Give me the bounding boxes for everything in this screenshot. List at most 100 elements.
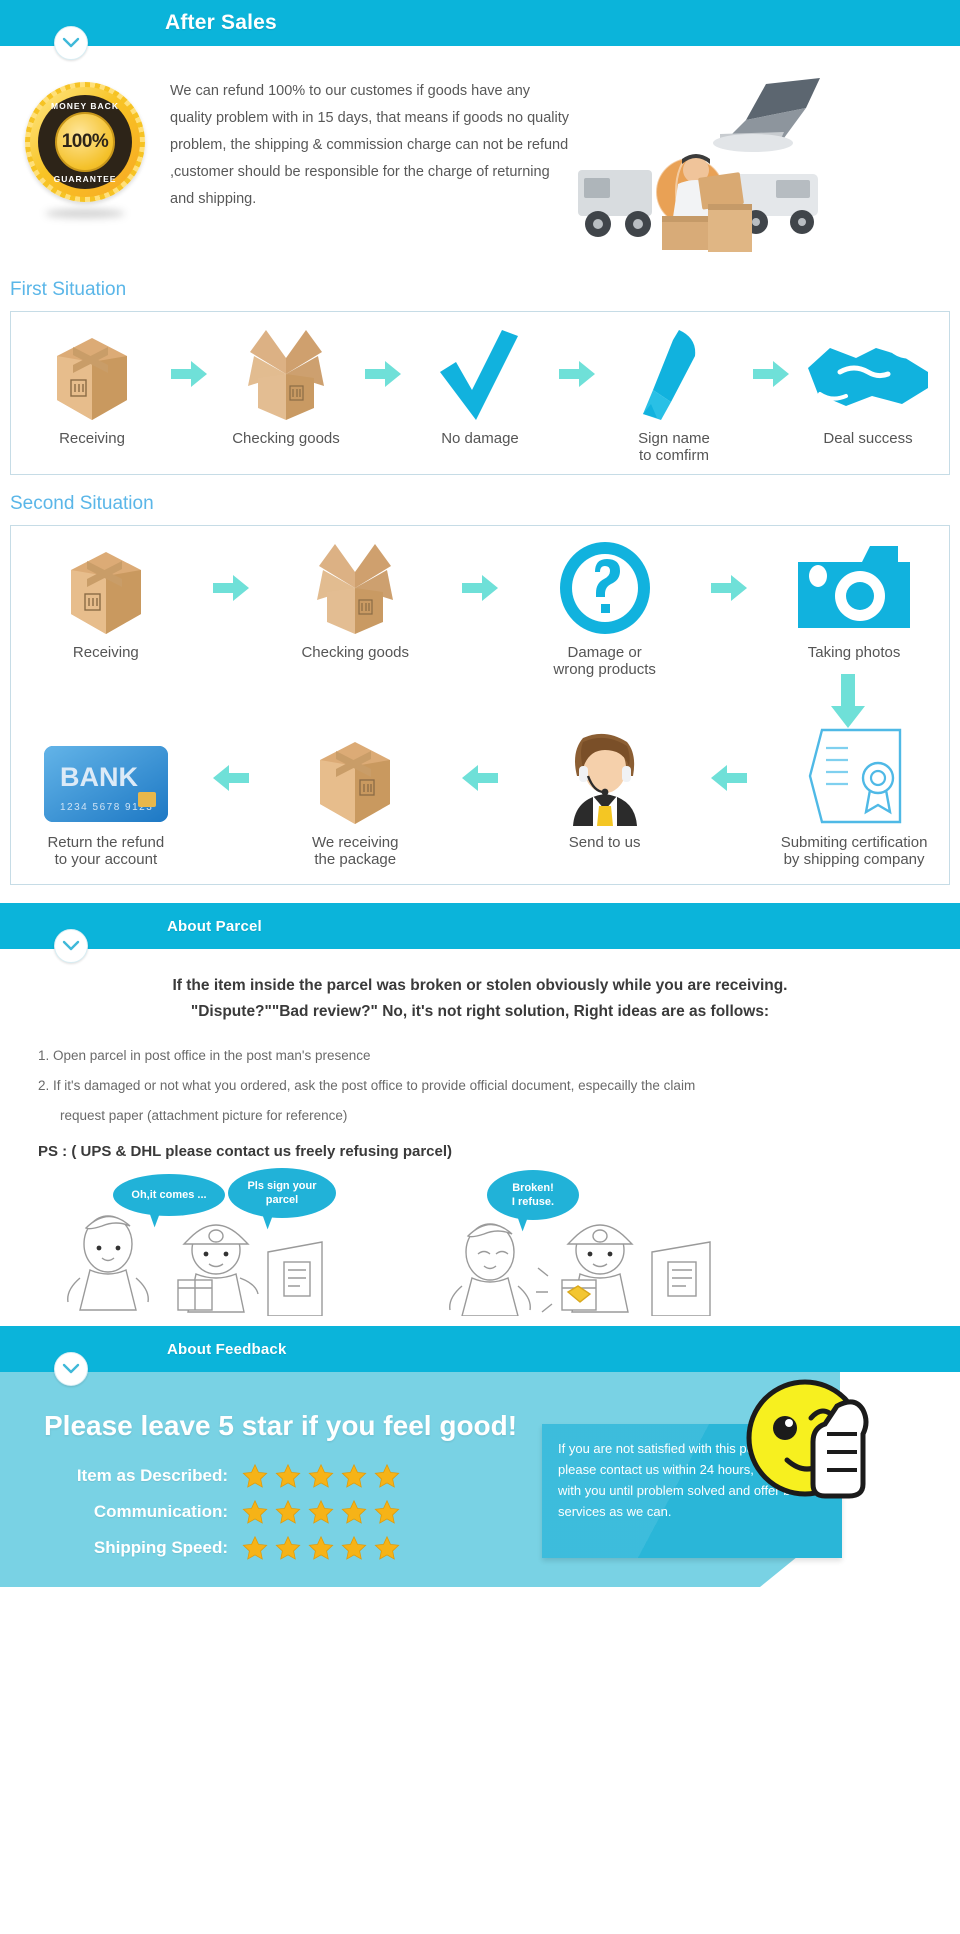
badge-percent-text: 100% bbox=[61, 131, 109, 152]
star-icon bbox=[341, 1499, 367, 1524]
arrow-left-icon bbox=[458, 730, 502, 826]
flow-step-label-line1: We receiving bbox=[312, 834, 399, 851]
bank-card-icon: BANK 1234 5678 9123 bbox=[42, 730, 170, 826]
flow-step-label-line2: to comfirm bbox=[638, 447, 709, 464]
about-feedback-title: About Feedback bbox=[167, 1340, 287, 1358]
door-figure bbox=[651, 1241, 711, 1316]
flow-step-label: Receiving bbox=[72, 644, 139, 661]
arrow-right-icon bbox=[209, 540, 253, 636]
about-parcel-headline-line2: "Dispute?""Bad review?" No, it's not rig… bbox=[190, 1003, 770, 1020]
flow-step: Submiting certification by shipping comp… bbox=[779, 728, 929, 868]
shipping-illustration bbox=[570, 74, 830, 264]
comic-line-art bbox=[67, 1215, 711, 1316]
star-icon bbox=[374, 1535, 400, 1560]
arrow-right-icon bbox=[707, 540, 751, 636]
chevron-down-icon[interactable] bbox=[54, 26, 88, 60]
arrow-left-icon bbox=[707, 730, 751, 826]
about-parcel-body: If the item inside the parcel was broken… bbox=[0, 949, 960, 1326]
postman-figure bbox=[177, 1224, 259, 1313]
flow-step: Receiving bbox=[31, 540, 181, 661]
closed-box-icon bbox=[65, 540, 147, 636]
arrow-right-icon bbox=[361, 326, 405, 422]
arrow-right-icon bbox=[555, 326, 599, 422]
star-icon bbox=[275, 1463, 301, 1488]
flow-step-label: Sign name to comfirm bbox=[638, 430, 710, 464]
about-parcel-headline: If the item inside the parcel was broken… bbox=[0, 973, 960, 1025]
second-situation-title: Second Situation bbox=[10, 493, 154, 514]
flow-step: Receiving bbox=[17, 326, 167, 447]
question-mark-icon bbox=[557, 540, 653, 636]
closed-box-icon bbox=[51, 326, 133, 422]
list-item: 1. Open parcel in post office in the pos… bbox=[38, 1048, 371, 1063]
arrow-right-icon bbox=[458, 540, 502, 636]
flow-step: Checking goods bbox=[280, 540, 430, 661]
about-parcel-header-bar: About Parcel bbox=[0, 903, 960, 963]
arrow-left-icon bbox=[209, 730, 253, 826]
rating-stars[interactable] bbox=[242, 1463, 400, 1489]
postman-with-damaged-parcel-figure bbox=[536, 1224, 634, 1313]
arrow-down-icon bbox=[831, 674, 865, 728]
badge-drop-shadow bbox=[45, 209, 125, 218]
star-icon bbox=[275, 1499, 301, 1524]
flow-step: Checking goods bbox=[211, 326, 361, 447]
flow-step-label: No damage bbox=[441, 430, 519, 447]
woman-receiving-figure bbox=[67, 1215, 149, 1311]
star-icon bbox=[308, 1463, 334, 1488]
chevron-down-icon[interactable] bbox=[54, 1352, 88, 1386]
second-situation-flow-row-2: BANK 1234 5678 9123 Return the refund to… bbox=[17, 728, 943, 868]
flow-step-label: Send to us bbox=[568, 834, 641, 851]
rating-stars[interactable] bbox=[242, 1535, 400, 1561]
camera-icon bbox=[794, 540, 914, 636]
pen-icon bbox=[639, 326, 709, 422]
checkmark-icon bbox=[438, 326, 522, 422]
refund-policy-block: MONEY BACK 100% GUARANTEE We can refund … bbox=[0, 46, 960, 261]
airplane-icon bbox=[713, 78, 820, 152]
badge-bottom-text: GUARANTEE bbox=[53, 174, 117, 184]
flow-step-label-line2: wrong products bbox=[553, 661, 656, 678]
flow-step-label: Deal success bbox=[823, 430, 913, 447]
flow-step: BANK 1234 5678 9123 Return the refund to… bbox=[31, 730, 181, 868]
star-icon bbox=[308, 1535, 334, 1560]
flow-step: No damage bbox=[405, 326, 555, 447]
list-item: 2. If it's damaged or not what you order… bbox=[38, 1071, 898, 1131]
arrow-down-connector bbox=[17, 674, 943, 728]
rating-label: Shipping Speed: bbox=[93, 1538, 228, 1557]
flow-step: Deal success bbox=[793, 326, 943, 447]
flow-step-label: Submiting certification by shipping comp… bbox=[781, 834, 928, 868]
star-icon bbox=[341, 1463, 367, 1488]
flow-step: We receiving the package bbox=[280, 730, 430, 868]
flow-step-label-line1: Return the refund bbox=[47, 834, 165, 851]
rating-row: Item as Described: bbox=[44, 1458, 400, 1494]
flow-step-label-line2: by shipping company bbox=[783, 851, 925, 868]
second-situation-panel: Receiving Checking goods Damage or wrong… bbox=[10, 525, 950, 885]
chevron-down-icon[interactable] bbox=[54, 929, 88, 963]
truck-icon bbox=[578, 170, 652, 237]
rating-row: Communication: bbox=[44, 1494, 400, 1530]
first-situation-flow: Receiving Checking goods No damage Sign … bbox=[17, 326, 943, 464]
refund-policy-text: We can refund 100% to our customes if go… bbox=[170, 83, 569, 207]
flow-step-label: Damage or wrong products bbox=[553, 644, 656, 678]
rating-stars[interactable] bbox=[242, 1499, 400, 1525]
door-figure bbox=[267, 1241, 323, 1316]
second-situation-flow-row-1: Receiving Checking goods Damage or wrong… bbox=[17, 540, 943, 678]
about-parcel-steps-list: 1. Open parcel in post office in the pos… bbox=[38, 1041, 960, 1131]
flow-step: Damage or wrong products bbox=[530, 540, 680, 678]
flow-step-label: Receiving bbox=[59, 430, 125, 447]
about-feedback-header-bar: About Feedback bbox=[0, 1326, 960, 1386]
ratings-list: Item as Described: Communication: Shippi… bbox=[44, 1458, 400, 1566]
certificate-icon bbox=[804, 728, 904, 826]
about-parcel-title: About Parcel bbox=[167, 917, 262, 935]
after-sales-title: After Sales bbox=[165, 11, 277, 34]
open-box-icon bbox=[301, 540, 409, 636]
flow-step-label-line2: the package bbox=[314, 851, 397, 868]
parcel-comic-illustration: Oh,it comes ... Pls sign your parcel Bro… bbox=[0, 1166, 960, 1316]
about-feedback-body: Please leave 5 star if you feel good! It… bbox=[0, 1372, 960, 1622]
after-sales-header-bar: After Sales bbox=[0, 0, 960, 60]
rating-label: Communication: bbox=[93, 1502, 228, 1521]
list-item-text: 2. If it's damaged or not what you order… bbox=[38, 1078, 696, 1093]
star-icon bbox=[242, 1535, 268, 1560]
star-icon bbox=[374, 1463, 400, 1488]
flow-step-label: We receiving the package bbox=[312, 834, 398, 868]
star-icon bbox=[308, 1499, 334, 1524]
